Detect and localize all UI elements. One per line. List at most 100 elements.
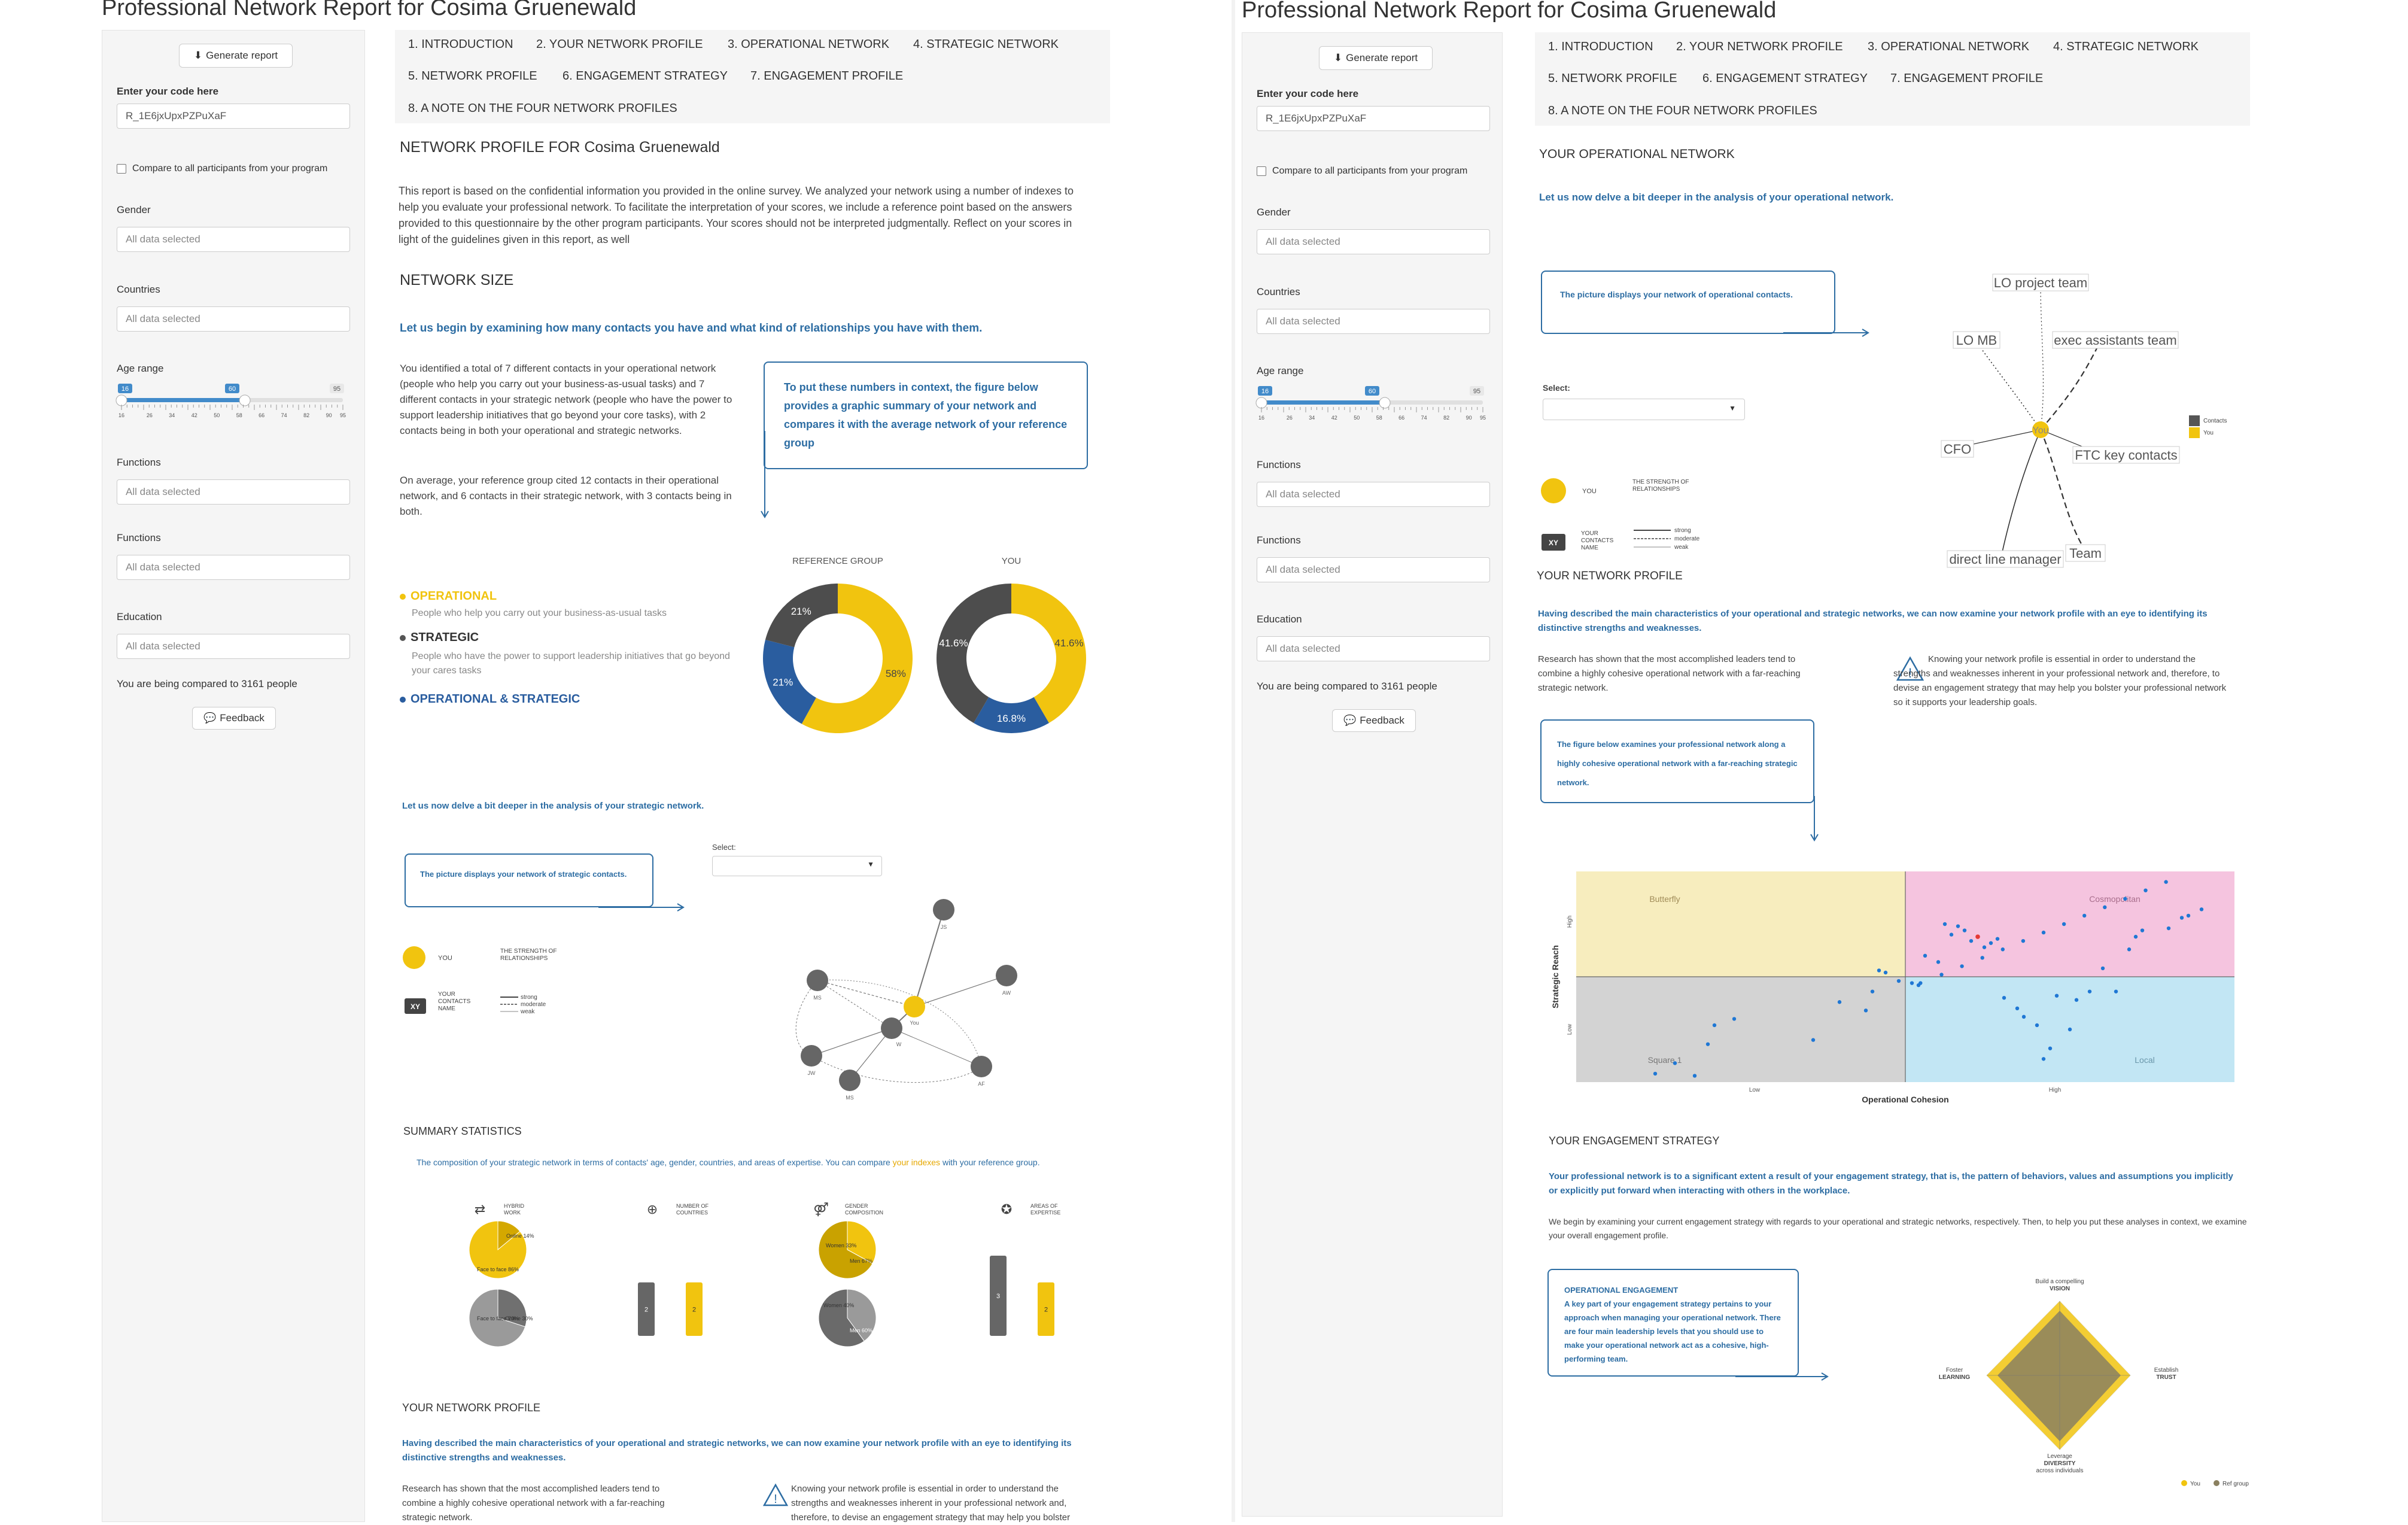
slider-handle-low[interactable] (1255, 397, 1267, 409)
network-size-heading: NETWORK SIZE (400, 272, 514, 288)
engagement-radar-chart: Build a compelling VISION Foster LEARNIN… (1939, 1278, 2249, 1487)
scatter-point (1956, 924, 1960, 928)
feedback-button-right[interactable]: 💬 Feedback (1332, 709, 1416, 732)
countries-title: NUMBER OF COUNTRIES (676, 1203, 709, 1216)
slider-tick-label: 58 (1376, 415, 1382, 421)
tab-bar: 1. INTRODUCTION 2. YOUR NETWORK PROFILE … (395, 30, 1110, 123)
strategic-node[interactable] (996, 965, 1017, 986)
tab-note-four-profiles[interactable]: 8. A NOTE ON THE FOUR NETWORK PROFILES (408, 102, 677, 116)
scatter-point (2054, 994, 2059, 998)
scatter-point (2015, 1006, 2020, 1010)
compare-checkbox[interactable]: Compare to all participants from your pr… (117, 163, 327, 174)
download-icon: ⬇ (1333, 52, 1343, 63)
feedback-button[interactable]: 💬 Feedback (192, 707, 276, 730)
tab-your-network-profile[interactable]: 2. YOUR NETWORK PROFILE (536, 38, 703, 51)
quadrant-label-local: Local (2135, 1055, 2154, 1065)
node-label: LO project team (1994, 275, 2088, 290)
gender-label-right: Gender (1257, 206, 1291, 218)
strategic-select[interactable]: ▼ (712, 856, 882, 876)
comments-icon: 💬 (1343, 715, 1357, 726)
strategic-node[interactable] (801, 1045, 822, 1067)
engagement-lead: Your professional network is to a signif… (1549, 1171, 2233, 1196)
slider-handle-high[interactable] (1379, 397, 1391, 409)
svg-text:!: ! (774, 1493, 777, 1506)
functions-select[interactable]: All data selected (117, 479, 350, 505)
indexes-link[interactable]: your indexes (893, 1158, 940, 1167)
slider-handle-high[interactable] (239, 394, 251, 406)
strategic-node-you[interactable] (904, 996, 925, 1017)
y-high-label: High (1567, 916, 1573, 928)
age-low-value: 16 (121, 385, 129, 393)
x-low-label: Low (1749, 1087, 1761, 1093)
tab-network-profile[interactable]: 5. NETWORK PROFILE (408, 69, 537, 83)
tab-engagement-strategy[interactable]: 6. ENGAGEMENT STRATEGY (563, 69, 728, 83)
strategic-node[interactable] (881, 1017, 902, 1039)
radar-trust-label: TRUST (2156, 1374, 2176, 1381)
gender-select[interactable]: All data selected (117, 227, 350, 252)
quadrant-cosmopolitan (1905, 871, 2234, 977)
key-moderate: moderate (521, 1001, 546, 1008)
code-input-right[interactable]: R_1E6jxUpxPZPuXaF (1257, 106, 1490, 131)
tab-engagement-strategy-right[interactable]: 6. ENGAGEMENT STRATEGY (1702, 72, 1868, 86)
tab-strategic-network[interactable]: 4. STRATEGIC NETWORK (913, 38, 1059, 51)
code-input[interactable]: R_1E6jxUpxPZPuXaF (117, 104, 350, 129)
slider-tick-label: 42 (191, 412, 197, 418)
scatter-point (2002, 996, 2006, 1000)
scatter-point (2021, 938, 2026, 943)
pie-label: Men 67% (850, 1258, 872, 1264)
education-select[interactable]: All data selected (117, 634, 350, 659)
tab-operational-network[interactable]: 3. OPERATIONAL NETWORK (728, 38, 889, 51)
scatter-point (1969, 938, 1974, 943)
radar-diversity-label: DIVERSITY (2044, 1460, 2076, 1467)
functions-select-2[interactable]: All data selected (117, 555, 350, 580)
functions-select-right-2[interactable]: All data selected (1257, 557, 1490, 582)
countries-select-right[interactable]: All data selected (1257, 309, 1490, 334)
scatter-point (1837, 1000, 1842, 1004)
slider-tick-label: 34 (169, 412, 175, 418)
tab-introduction[interactable]: 1. INTRODUCTION (408, 38, 513, 51)
node-label: direct line manager (1949, 552, 2061, 567)
gender-select-right[interactable]: All data selected (1257, 229, 1490, 254)
strategic-node[interactable] (933, 899, 954, 921)
pie-label: Online 30% (505, 1316, 533, 1322)
strategic-node[interactable] (807, 970, 828, 991)
network-profile-p2-right: Knowing your network profile is essentia… (1893, 654, 2227, 707)
slider-tick-label: 26 (1287, 415, 1293, 421)
network-legend: OPERATIONAL People who help you carry ou… (400, 590, 747, 706)
donut-slice-label: 41.6% (1054, 637, 1083, 649)
age-range-label-right: Age range (1257, 365, 1304, 376)
generate-report-button-right[interactable]: ⬇ Generate report (1319, 46, 1433, 70)
age-high-value: 60 (229, 385, 236, 393)
tab-engagement-profile[interactable]: 7. ENGAGEMENT PROFILE (750, 69, 903, 83)
gender-label: Gender (117, 204, 151, 215)
age-range-slider[interactable]: 16 60 95 16 26 34 42 50 58 66 74 82 90 95 (114, 384, 354, 426)
countries-select[interactable]: All data selected (117, 306, 350, 332)
slider-tick-label: 82 (1443, 415, 1449, 421)
hybrid-work-title: HYBRID WORK (504, 1203, 525, 1216)
operational-network-graph[interactable]: LO project team LO MB exec assistants te… (1927, 263, 2262, 575)
strategic-node[interactable] (971, 1056, 992, 1077)
tab-your-network-profile-right[interactable]: 2. YOUR NETWORK PROFILE (1676, 40, 1843, 54)
strategic-node[interactable] (839, 1070, 861, 1091)
education-select-right[interactable]: All data selected (1257, 636, 1490, 661)
age-range-slider-right[interactable]: 16 60 95 16 26 34 42 50 58 66 74 82 90 95 (1254, 386, 1494, 428)
operational-select[interactable]: ▼ (1543, 399, 1745, 420)
tab-note-four-profiles-right[interactable]: 8. A NOTE ON THE FOUR NETWORK PROFILES (1548, 104, 1817, 118)
summary-bar-label: 3 (996, 1293, 1000, 1300)
tab-network-profile-right[interactable]: 5. NETWORK PROFILE (1548, 72, 1677, 86)
generate-report-button[interactable]: ⬇ Generate report (179, 44, 293, 68)
tab-engagement-profile-right[interactable]: 7. ENGAGEMENT PROFILE (1890, 72, 2043, 86)
scatter-point (2082, 913, 2087, 918)
network-profile-heading-right: YOUR NETWORK PROFILE (1537, 570, 1683, 582)
tab-strategic-network-right[interactable]: 4. STRATEGIC NETWORK (2053, 40, 2199, 54)
compare-checkbox-right[interactable]: Compare to all participants from your pr… (1257, 166, 1467, 177)
quadrant-callout-arrow (1810, 796, 1819, 842)
tab-introduction-right[interactable]: 1. INTRODUCTION (1548, 40, 1653, 54)
node-label: W (896, 1041, 902, 1047)
slider-tick-label: 74 (1421, 415, 1427, 421)
strategic-network-graph[interactable]: JS AW MS You W JW AF MS (778, 892, 1029, 1107)
profile-heading: NETWORK PROFILE FOR Cosima Gruenewald (400, 139, 720, 156)
tab-operational-network-right[interactable]: 3. OPERATIONAL NETWORK (1868, 40, 2029, 54)
functions-select-right[interactable]: All data selected (1257, 482, 1490, 507)
slider-handle-low[interactable] (115, 394, 127, 406)
